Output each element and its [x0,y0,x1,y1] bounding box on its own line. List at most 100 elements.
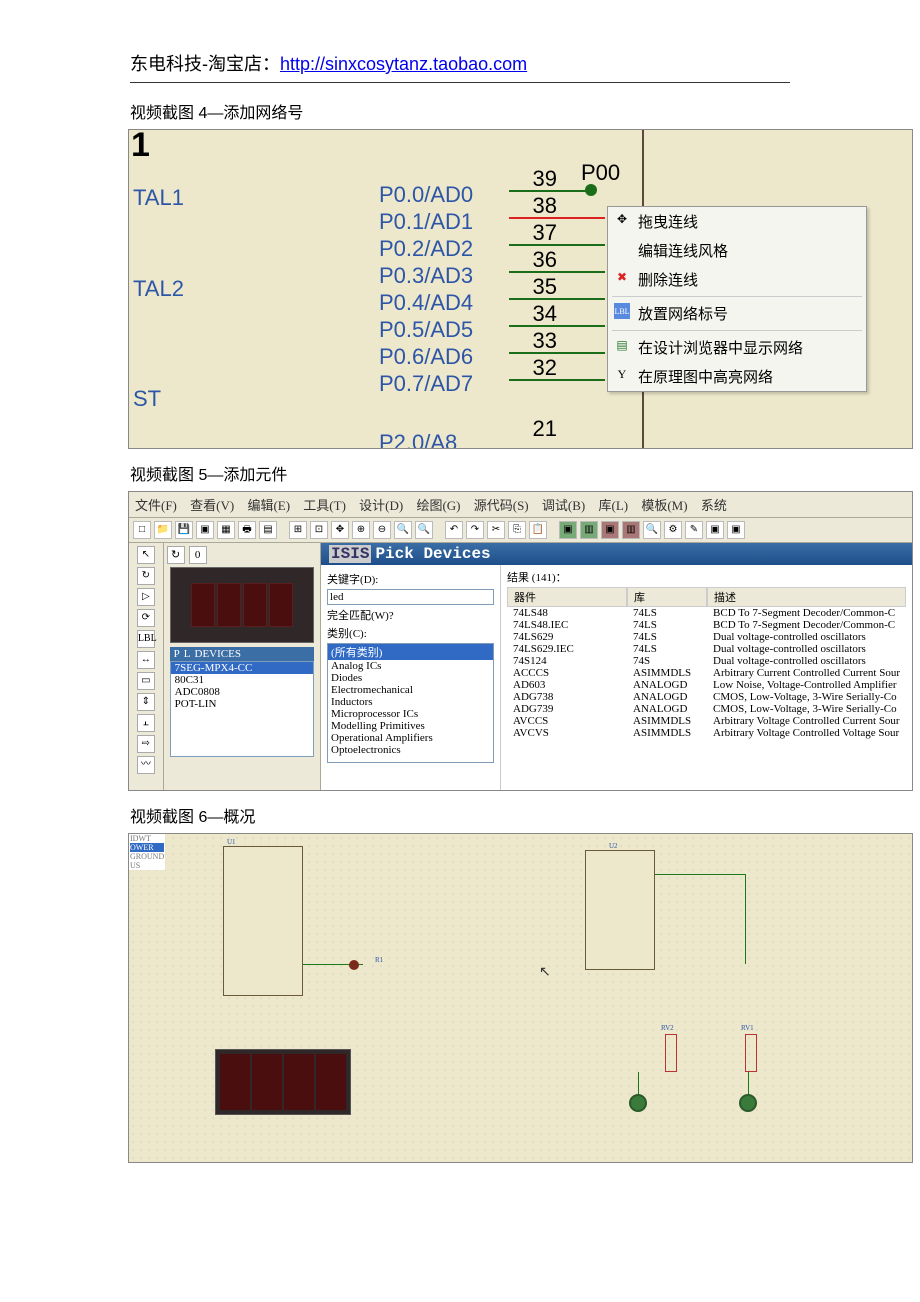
result-row[interactable]: AVCVSASIMMDLSArbitrary Voltage Controlle… [507,727,906,739]
tool-icon[interactable]: ▣ [559,521,577,539]
wire-p00[interactable] [509,190,589,192]
menu-edit[interactable]: 编辑(E) [247,498,290,513]
device-item[interactable]: 80C31 [171,674,313,686]
menu-debug[interactable]: 调试(B) [542,498,585,513]
ic-u1[interactable] [223,846,303,996]
tool-open-icon[interactable]: 📁 [154,521,172,539]
results-list[interactable]: 74LS4874LSBCD To 7-Segment Decoder/Commo… [507,607,906,739]
tool-icon[interactable]: ✎ [685,521,703,539]
wire[interactable] [655,874,745,875]
cat-item[interactable]: Modelling Primitives [328,720,493,732]
dc-source-icon[interactable] [629,1094,647,1112]
wire-p02[interactable] [509,244,605,246]
cat-item[interactable]: (所有类别) [328,644,493,660]
header-link[interactable]: http://sinxcosytanz.taobao.com [280,54,527,74]
result-row[interactable]: ACCCSASIMMDLSArbitrary Current Controlle… [507,667,906,679]
tool-icon[interactable]: ⇨ [137,735,155,753]
tool-zoomin-icon[interactable]: ⊕ [352,521,370,539]
tool-cut-icon[interactable]: ✂ [487,521,505,539]
tool-grid-icon[interactable]: ⊞ [289,521,307,539]
tool-zoomout-icon[interactable]: ⊖ [373,521,391,539]
result-row[interactable]: 74LS62974LSDual voltage-controlled oscil… [507,631,906,643]
menu-show-net-browser[interactable]: ▤在设计浏览器中显示网络 [608,333,866,362]
cat-item[interactable]: Electromechanical [328,684,493,696]
result-row[interactable]: 74S12474SDual voltage-controlled oscilla… [507,655,906,667]
tool-undo-icon[interactable]: ↶ [445,521,463,539]
device-item[interactable]: POT-LIN [171,698,313,710]
tool-zoomall-icon[interactable]: 🔍 [415,521,433,539]
menu-drag-wire[interactable]: ✥拖曳连线 [608,207,866,236]
menu-delete-wire[interactable]: ✖删除连线 [608,265,866,294]
menu-source[interactable]: 源代码(S) [474,498,529,513]
tool-icon[interactable]: ▥ [622,521,640,539]
menu-edit-style[interactable]: 编辑连线风格 [608,236,866,265]
ic-u2[interactable] [585,850,655,970]
seven-seg-display[interactable] [215,1049,351,1115]
menu-template[interactable]: 模板(M) [641,498,687,513]
tool-icon[interactable]: ▣ [706,521,724,539]
tool-label-icon[interactable]: LBL [137,630,155,648]
pot-rv2[interactable] [665,1034,677,1072]
led-icon[interactable] [349,960,359,970]
tool-save-icon[interactable]: 💾 [175,521,193,539]
tool-print-icon[interactable]: 🖶 [238,521,256,539]
result-row[interactable]: AVCCSASIMMDLSArbitrary Voltage Controlle… [507,715,906,727]
wire-p03[interactable] [509,271,605,273]
tool-icon[interactable]: ▤ [259,521,277,539]
wire-p01[interactable] [509,217,605,219]
menu-place-net-label[interactable]: LBL放置网络标号 [608,299,866,328]
result-row[interactable]: 74LS4874LSBCD To 7-Segment Decoder/Commo… [507,607,906,619]
cat-item[interactable]: Optoelectronics [328,744,493,756]
cat-item[interactable]: Microprocessor ICs [328,708,493,720]
menu-tools[interactable]: 工具(T) [303,498,346,513]
tool-icon[interactable]: ⇕ [137,693,155,711]
menu-highlight-net[interactable]: Y在原理图中高亮网络 [608,362,866,391]
keyword-input[interactable] [327,589,494,605]
menu-file[interactable]: 文件(F) [135,498,177,513]
cat-item[interactable]: Operational Amplifiers [328,732,493,744]
tool-copy-icon[interactable]: ⎘ [508,521,526,539]
cat-item[interactable]: Diodes [328,672,493,684]
tool-search-icon[interactable]: 🔍 [643,521,661,539]
result-row[interactable]: 74LS48.IEC74LSBCD To 7-Segment Decoder/C… [507,619,906,631]
tool-icon[interactable]: ▣ [727,521,745,539]
dc-source-icon[interactable] [739,1094,757,1112]
tool-zoom-icon[interactable]: 🔍 [394,521,412,539]
tool-refresh-icon[interactable]: ↻ [137,567,155,585]
result-row[interactable]: 74LS629.IEC74LSDual voltage-controlled o… [507,643,906,655]
category-list[interactable]: (所有类别) Analog ICs Diodes Electromechanic… [327,643,494,763]
tool-center-icon[interactable]: ✥ [331,521,349,539]
tool-new-icon[interactable]: □ [133,521,151,539]
result-row[interactable]: ADG739ANALOGDCMOS, Low-Voltage, 3-Wire S… [507,703,906,715]
cat-item[interactable]: Analog ICs [328,660,493,672]
tool-icon[interactable]: ⚙ [664,521,682,539]
tool-icon[interactable]: ⊡ [310,521,328,539]
tool-component-icon[interactable]: ▷ [137,588,155,606]
tool-arrow-icon[interactable]: ↖ [137,546,155,564]
pot-rv1[interactable] [745,1034,757,1072]
wire[interactable] [638,1072,639,1094]
tool-paste-icon[interactable]: 📋 [529,521,547,539]
col-desc[interactable]: 描述 [707,587,906,606]
device-item[interactable]: 7SEG-MPX4-CC [171,662,313,674]
cat-item[interactable]: Inductors [328,696,493,708]
tool-icon[interactable]: ▦ [217,521,235,539]
tool-icon[interactable]: ▣ [196,521,214,539]
col-device[interactable]: 器件 [507,587,627,606]
device-list[interactable]: 7SEG-MPX4-CC 80C31 ADC0808 POT-LIN [170,661,314,757]
result-row[interactable]: ADG738ANALOGDCMOS, Low-Voltage, 3-Wire S… [507,691,906,703]
menu-lib[interactable]: 库(L) [598,498,628,513]
tool-rotate-icon[interactable]: ↻ [167,546,185,564]
tool-icon[interactable]: 〰 [137,756,155,774]
tool-icon[interactable]: ▣ [601,521,619,539]
tool-icon[interactable]: ▭ [137,672,155,690]
col-lib[interactable]: 库 [627,587,707,606]
wire-p05[interactable] [509,325,605,327]
wire[interactable] [745,874,746,964]
tool-icon[interactable]: ⫠ [137,714,155,732]
menu-draw[interactable]: 绘图(G) [416,498,460,513]
angle-field[interactable]: 0 [189,546,207,564]
wire[interactable] [748,1072,749,1094]
wire-p06[interactable] [509,352,605,354]
wire-p07[interactable] [509,379,605,381]
